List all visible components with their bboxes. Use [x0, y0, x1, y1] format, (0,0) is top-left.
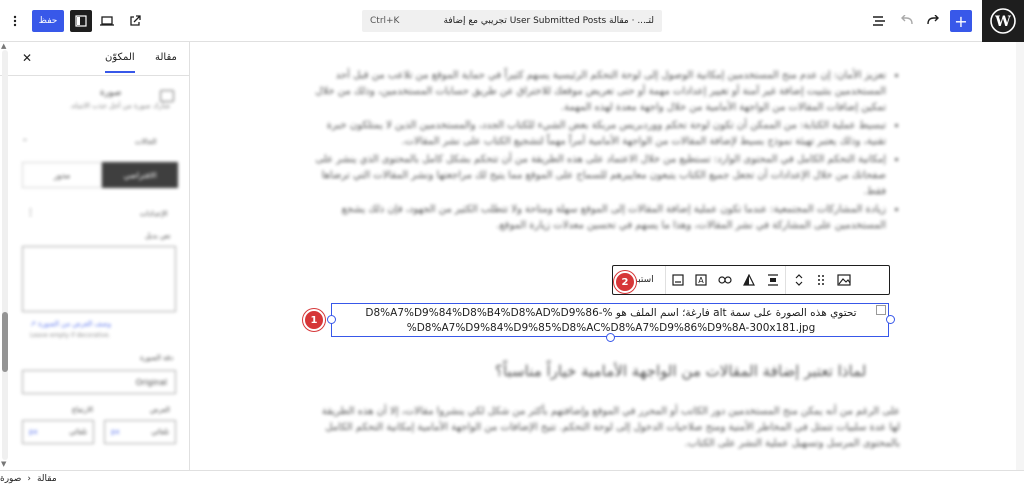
- sidebar-scrollbar[interactable]: [2, 50, 8, 460]
- caption-icon[interactable]: [665, 266, 689, 294]
- width-value: تلقائي: [151, 428, 169, 436]
- bullet-item[interactable]: زيادة المشاركات المجتمعية: عندما تكون عم…: [310, 202, 886, 234]
- save-button[interactable]: حفظ: [32, 10, 64, 32]
- scroll-up-icon[interactable]: ▲: [1, 42, 6, 50]
- external-view-icon[interactable]: [124, 10, 146, 32]
- list-view-icon[interactable]: [868, 10, 890, 32]
- block-description: شارك صورة من أجل جذب الانتباه.: [69, 102, 170, 110]
- resize-handle-bottom[interactable]: [606, 333, 615, 342]
- width-input[interactable]: px تلقائي: [104, 420, 176, 444]
- device-preview-icon[interactable]: [96, 10, 118, 32]
- breadcrumb: مقالة ‹ صورة: [0, 470, 1024, 486]
- chevron-left-icon: ‹: [27, 473, 31, 484]
- tab-post[interactable]: مقالة: [155, 52, 177, 63]
- drag-handle-icon[interactable]: [811, 266, 831, 294]
- breadcrumb-item-image[interactable]: صورة: [0, 474, 21, 484]
- article-bullets: تعزيز الأمان: إن عدم منح المستخدمين إمكا…: [310, 68, 900, 236]
- width-label: العرض: [150, 406, 170, 414]
- wordpress-logo-icon[interactable]: W: [982, 0, 1024, 42]
- align-icon[interactable]: [761, 266, 785, 294]
- editor-canvas: تعزيز الأمان: إن عدم منح المستخدمين إمكا…: [190, 42, 1024, 470]
- resolution-select[interactable]: Original: [22, 370, 176, 394]
- settings-sidebar-toggle-icon[interactable]: [70, 10, 92, 32]
- document-title: تجريبي مع إضافة User Submitted Posts لتـ…: [443, 16, 655, 26]
- resize-handle-right[interactable]: [886, 315, 895, 324]
- duotone-icon[interactable]: [737, 266, 761, 294]
- settings-sidebar: مقالة المكوّن ✕ صورة شارك صورة من أجل جذ…: [0, 42, 190, 470]
- bullet-item[interactable]: تبسيط عملية الكتابة: من الممكن أن تكون ل…: [310, 118, 886, 150]
- scroll-down-icon[interactable]: ▼: [1, 460, 6, 468]
- add-block-button[interactable]: +: [950, 10, 972, 32]
- image-filename-text: تحتوي هذه الصورة على سمة alt فارغة؛ اسم …: [365, 307, 857, 334]
- alt-text-help-link[interactable]: وصف الغرض من الصورة ↗: [30, 320, 111, 328]
- alt-text-icon[interactable]: A: [689, 266, 713, 294]
- command-palette-bar[interactable]: Ctrl+K تجريبي مع إضافة User Submitted Po…: [362, 10, 662, 32]
- width-unit: px: [111, 428, 120, 436]
- annotation-badge-2: 2: [614, 271, 636, 293]
- move-up-down-icon[interactable]: [785, 266, 811, 294]
- annotation-badge-1: 1: [303, 309, 325, 331]
- height-unit: px: [29, 428, 38, 436]
- block-toolbar: استبدال A: [612, 265, 890, 295]
- height-value: تلقائي: [69, 428, 87, 436]
- settings-label: الإعدادات: [140, 210, 168, 218]
- sidebar-tabs: مقالة المكوّن ✕: [0, 42, 190, 76]
- settings-menu-icon[interactable]: ⋮: [26, 208, 35, 218]
- breadcrumb-item-post[interactable]: مقالة: [37, 474, 57, 484]
- resize-handle-left[interactable]: [327, 315, 336, 324]
- link-icon[interactable]: [713, 266, 737, 294]
- section-heading[interactable]: لماذا تعتبر إضافة المقالات من الواجهة ال…: [495, 362, 866, 380]
- sidebar-scroll-thumb[interactable]: [2, 312, 8, 372]
- image-block-type-icon[interactable]: [831, 266, 857, 294]
- broken-image-icon: [876, 305, 886, 315]
- styles-label: الحالات: [135, 138, 157, 146]
- alt-text-label: نص بديل: [145, 232, 171, 240]
- close-icon[interactable]: ✕: [22, 51, 32, 65]
- svg-text:W: W: [994, 14, 1011, 30]
- resolution-label: دقة الصورة: [140, 354, 174, 362]
- image-block-icon: [160, 90, 174, 102]
- chevron-up-icon[interactable]: ⌃: [22, 138, 28, 146]
- tab-block[interactable]: المكوّن: [105, 52, 135, 73]
- canvas-scrollbar[interactable]: [1016, 42, 1024, 470]
- bullet-item[interactable]: تعزيز الأمان: إن عدم منح المستخدمين إمكا…: [310, 68, 886, 116]
- alt-text-help: Leave empty if decorative.: [30, 332, 111, 339]
- shortcut-hint: Ctrl+K: [370, 16, 400, 26]
- undo-icon[interactable]: [896, 10, 918, 32]
- svg-text:A: A: [698, 276, 704, 285]
- block-title: صورة: [100, 88, 122, 98]
- style-rounded[interactable]: مدور: [22, 162, 102, 188]
- options-menu-icon[interactable]: [4, 10, 26, 32]
- article-paragraph[interactable]: على الرغم من أنه يمكن منح المستخدمين دور…: [310, 404, 900, 452]
- alt-text-textarea[interactable]: [22, 246, 176, 312]
- editor-header: W + Ctrl+K تجريبي مع إضافة User Submitte…: [0, 0, 1024, 42]
- height-label: الارتفاع: [72, 406, 94, 414]
- style-default[interactable]: الافتراضي: [102, 162, 178, 188]
- selected-image-block[interactable]: تحتوي هذه الصورة على سمة alt فارغة؛ اسم …: [331, 303, 889, 337]
- redo-icon[interactable]: [922, 10, 944, 32]
- height-input[interactable]: px تلقائي: [22, 420, 94, 444]
- bullet-item[interactable]: إمكانية التحكم الكامل في المحتوى الوارد:…: [310, 152, 886, 200]
